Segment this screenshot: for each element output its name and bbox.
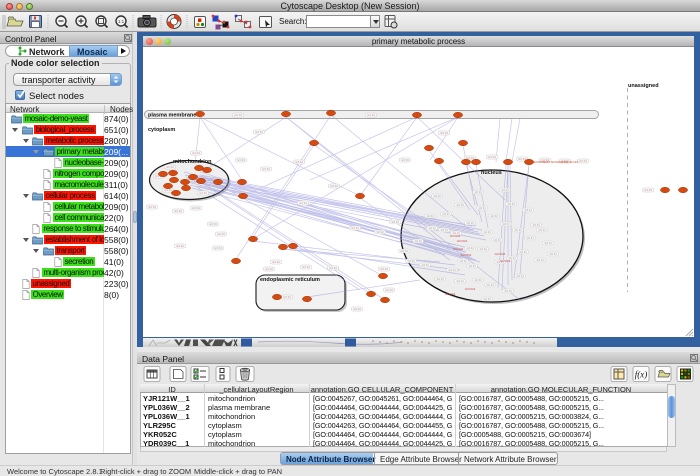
svg-text:GO:044: GO:044 xyxy=(495,252,506,256)
svg-text:GO:04: GO:04 xyxy=(400,250,408,253)
svg-text:1:1: 1:1 xyxy=(118,19,125,24)
svg-text:mitochondrion: mitochondrion xyxy=(173,159,212,165)
svg-text:GO:04: GO:04 xyxy=(504,290,512,293)
svg-text:GO:04: GO:04 xyxy=(351,226,359,230)
svg-text:GO:04: GO:04 xyxy=(474,191,482,194)
svg-text:GO:04: GO:04 xyxy=(490,215,498,218)
svg-text:GO:044: GO:044 xyxy=(465,287,476,291)
svg-text:GO:04: GO:04 xyxy=(421,264,429,267)
svg-text:GO:04: GO:04 xyxy=(478,207,486,210)
svg-text:GO:04: GO:04 xyxy=(526,237,534,240)
svg-text:GO:04: GO:04 xyxy=(524,209,532,212)
svg-text:GO:04: GO:04 xyxy=(519,251,527,254)
svg-text:GO:044: GO:044 xyxy=(450,234,461,238)
svg-text:GO:04: GO:04 xyxy=(192,206,200,210)
svg-text:GO:04: GO:04 xyxy=(265,267,273,271)
svg-text:GO:04: GO:04 xyxy=(532,224,540,227)
svg-text:GO:04: GO:04 xyxy=(516,275,524,278)
svg-text:GO:044: GO:044 xyxy=(500,259,511,263)
svg-text:GO:04: GO:04 xyxy=(488,155,496,159)
svg-text:GO:04: GO:04 xyxy=(217,232,225,236)
svg-text:endoplasmic reticulum: endoplasmic reticulum xyxy=(260,277,320,283)
svg-text:GO:04: GO:04 xyxy=(376,231,384,234)
svg-text:GO:04: GO:04 xyxy=(407,260,415,263)
svg-text:GO:04: GO:04 xyxy=(466,247,474,250)
svg-text:GO:04: GO:04 xyxy=(176,244,184,248)
svg-text:GO:04: GO:04 xyxy=(544,242,552,245)
svg-text:GO:04: GO:04 xyxy=(466,222,474,225)
svg-text:GO:04: GO:04 xyxy=(456,204,464,207)
svg-text:GO:04: GO:04 xyxy=(214,246,222,250)
svg-text:GO:04: GO:04 xyxy=(272,260,280,264)
svg-text:unassigned: unassigned xyxy=(628,83,659,89)
svg-text:GO:04: GO:04 xyxy=(502,223,510,226)
svg-text:GO:04: GO:04 xyxy=(579,159,587,163)
svg-text:GO:04: GO:04 xyxy=(401,158,409,162)
svg-text:GO:044: GO:044 xyxy=(461,253,472,257)
svg-text:GO:04: GO:04 xyxy=(442,213,450,216)
svg-text:GO:04: GO:04 xyxy=(353,307,361,311)
svg-text:GO:04: GO:04 xyxy=(199,191,207,195)
svg-text:GO:04: GO:04 xyxy=(433,195,441,198)
svg-text:GO:04: GO:04 xyxy=(391,221,399,224)
svg-text:GO:04: GO:04 xyxy=(209,222,217,226)
svg-text:GO:04: GO:04 xyxy=(549,253,557,256)
svg-text:GO:04: GO:04 xyxy=(486,284,494,287)
svg-text:GO:04: GO:04 xyxy=(501,189,509,192)
svg-text:GO:04: GO:04 xyxy=(148,205,156,209)
svg-text:GO:04: GO:04 xyxy=(192,151,200,155)
svg-text:GO:04: GO:04 xyxy=(448,269,456,272)
svg-text:GO:04: GO:04 xyxy=(174,209,182,213)
svg-text:GO:04: GO:04 xyxy=(483,231,491,234)
svg-text:GO:04: GO:04 xyxy=(507,203,515,206)
svg-text:GO:04: GO:04 xyxy=(234,113,242,117)
svg-text:GO:04: GO:04 xyxy=(644,188,652,192)
svg-text:GO:04: GO:04 xyxy=(536,259,544,262)
svg-text:GO:044: GO:044 xyxy=(445,292,456,296)
svg-text:GO:04: GO:04 xyxy=(514,229,522,232)
svg-text:GO:04: GO:04 xyxy=(385,288,393,292)
svg-text:cytoplasm: cytoplasm xyxy=(148,127,175,133)
svg-text:GO:04: GO:04 xyxy=(283,295,291,299)
svg-text:GO:04: GO:04 xyxy=(295,160,303,164)
svg-text:GO:04: GO:04 xyxy=(330,184,338,188)
svg-text:GO:04: GO:04 xyxy=(237,158,245,162)
svg-text:GO:044: GO:044 xyxy=(453,247,464,251)
svg-text:GO:04: GO:04 xyxy=(426,215,434,218)
svg-text:GO:04: GO:04 xyxy=(456,280,464,283)
svg-text:nucleus: nucleus xyxy=(481,170,502,176)
svg-text:f(x): f(x) xyxy=(635,370,648,380)
svg-text:GO:04: GO:04 xyxy=(479,248,487,251)
svg-text:GO:04: GO:04 xyxy=(440,131,448,135)
svg-text:GO:04: GO:04 xyxy=(380,267,388,271)
svg-text:GO:04: GO:04 xyxy=(255,130,263,134)
svg-text:GO:044: GO:044 xyxy=(457,239,468,243)
svg-text:GO:04: GO:04 xyxy=(428,227,436,230)
svg-text:GO:04: GO:04 xyxy=(493,239,501,242)
svg-text:GO:04: GO:04 xyxy=(474,279,482,282)
svg-text:GO:04: GO:04 xyxy=(329,266,337,270)
svg-text:GO:04: GO:04 xyxy=(367,113,375,117)
svg-text:GO:04: GO:04 xyxy=(414,240,422,243)
svg-text:GO:04: GO:04 xyxy=(468,265,476,268)
svg-text:GO:04: GO:04 xyxy=(299,201,307,205)
svg-text:GO:04: GO:04 xyxy=(302,265,310,269)
svg-text:GO:0045267,GO:0044464,GO:44: GO:0045267,GO:0044464,GO:44 xyxy=(533,160,578,164)
svg-text:GO:04: GO:04 xyxy=(436,278,444,281)
svg-text:GO:04: GO:04 xyxy=(538,229,546,232)
svg-text:GO:04: GO:04 xyxy=(459,260,467,263)
svg-text:GO:04: GO:04 xyxy=(483,298,491,301)
svg-text:plasma membrane: plasma membrane xyxy=(148,113,196,119)
svg-text:GO:04: GO:04 xyxy=(166,165,174,169)
svg-text:GO:04: GO:04 xyxy=(262,167,270,171)
svg-text:GO:04: GO:04 xyxy=(440,229,448,232)
